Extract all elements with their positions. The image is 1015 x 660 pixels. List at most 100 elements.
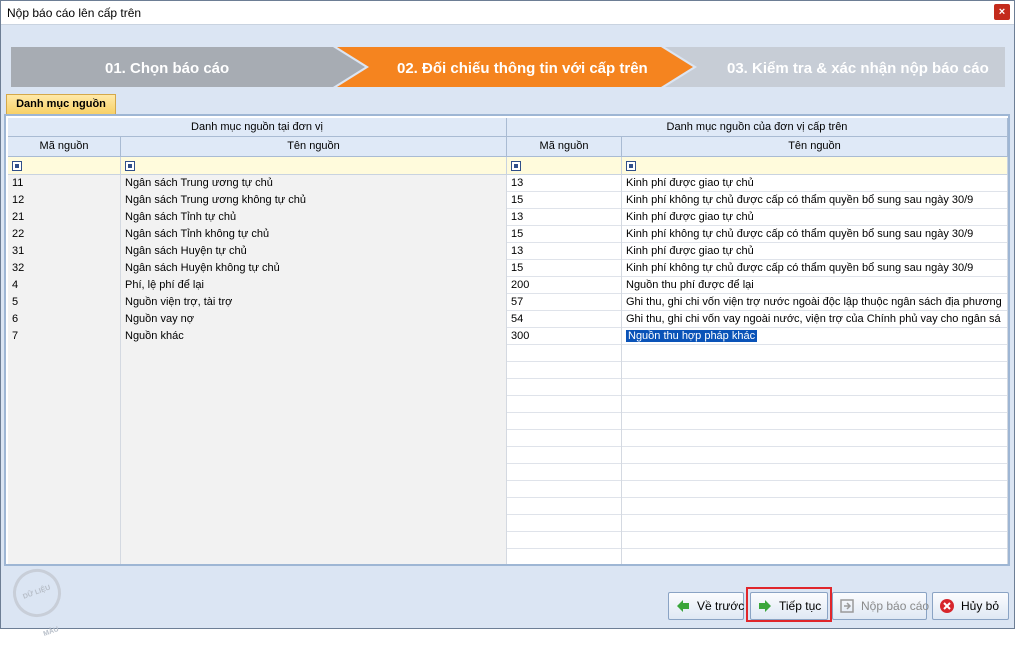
local-name-cell[interactable] (121, 549, 507, 564)
local-name-cell[interactable] (121, 498, 507, 515)
local-name-cell[interactable]: Ngân sách Tỉnh tự chủ (121, 209, 507, 226)
local-code-cell[interactable] (8, 532, 121, 549)
local-code-cell[interactable] (8, 549, 121, 564)
parent-name-cell[interactable]: Kinh phí không tự chủ được cấp có thẩm q… (622, 192, 1008, 209)
local-code-cell[interactable]: 12 (8, 192, 121, 209)
filter-local-code[interactable] (8, 157, 121, 175)
local-code-cell[interactable]: 21 (8, 209, 121, 226)
local-name-cell[interactable] (121, 481, 507, 498)
local-name-cell[interactable]: Nguồn viện trợ, tài trợ (121, 294, 507, 311)
local-name-cell[interactable] (121, 379, 507, 396)
table-row[interactable]: 4 Phí, lệ phí để lại 200 Nguồn thu phí được… (8, 277, 1008, 294)
column-header-local-name[interactable]: Tên nguồn (121, 137, 507, 157)
local-code-cell[interactable] (8, 447, 121, 464)
local-code-cell[interactable]: 7 (8, 328, 121, 345)
table-row[interactable]: 6 Nguồn vay nợ 54 Ghi thu, ghi chi vốn vay … (8, 311, 1008, 328)
parent-name-cell[interactable]: Ghi thu, ghi chi vốn viện trợ nước ngoài… (622, 294, 1008, 311)
parent-code-cell[interactable] (507, 362, 622, 379)
filter-parent-code[interactable] (507, 157, 622, 175)
parent-name-cell[interactable] (622, 464, 1008, 481)
local-name-cell[interactable] (121, 362, 507, 379)
close-button[interactable]: × (994, 4, 1010, 20)
parent-name-cell[interactable]: Nguồn thu phí được để lại (622, 277, 1008, 294)
parent-name-cell[interactable]: Ghi thu, ghi chi vốn vay ngoài nước, việ… (622, 311, 1008, 328)
local-name-cell[interactable]: Phí, lệ phí để lại (121, 277, 507, 294)
parent-code-cell[interactable]: 57 (507, 294, 622, 311)
parent-code-cell[interactable]: 13 (507, 209, 622, 226)
parent-name-cell[interactable] (622, 362, 1008, 379)
parent-code-cell[interactable]: 15 (507, 226, 622, 243)
parent-code-cell[interactable]: 15 (507, 260, 622, 277)
local-name-cell[interactable]: Ngân sách Trung ương không tự chủ (121, 192, 507, 209)
parent-name-cell[interactable] (622, 345, 1008, 362)
cancel-button[interactable]: Hủy bỏ (932, 592, 1009, 620)
submit-report-button[interactable]: Nộp báo cáo (832, 592, 929, 620)
parent-code-cell[interactable] (507, 396, 622, 413)
local-name-cell[interactable]: Ngân sách Huyện không tự chủ (121, 260, 507, 277)
parent-code-cell[interactable] (507, 481, 622, 498)
tab-danh-muc-nguon[interactable]: Danh mục nguồn (6, 94, 116, 115)
local-code-cell[interactable] (8, 379, 121, 396)
local-code-cell[interactable]: 22 (8, 226, 121, 243)
parent-code-cell[interactable]: 13 (507, 243, 622, 260)
parent-name-cell[interactable] (622, 447, 1008, 464)
local-code-cell[interactable]: 31 (8, 243, 121, 260)
local-code-cell[interactable] (8, 498, 121, 515)
parent-code-cell[interactable] (507, 447, 622, 464)
parent-code-cell[interactable] (507, 379, 622, 396)
table-row[interactable]: 12 Ngân sách Trung ương không tự chủ 15 Kin… (8, 192, 1008, 209)
parent-name-cell[interactable]: Kinh phí không tự chủ được cấp có thẩm q… (622, 260, 1008, 277)
parent-code-cell[interactable]: 300 (507, 328, 622, 345)
table-row[interactable]: 31 Ngân sách Huyện tự chủ 13 Kinh phí được … (8, 243, 1008, 260)
table-row[interactable]: 11 Ngân sách Trung ương tự chủ 13 Kinh phí … (8, 175, 1008, 192)
filter-icon[interactable] (125, 161, 135, 171)
parent-code-cell[interactable] (507, 345, 622, 362)
parent-name-cell[interactable] (622, 413, 1008, 430)
table-row[interactable]: 21 Ngân sách Tỉnh tự chủ 13 Kinh phí được g… (8, 209, 1008, 226)
parent-name-cell[interactable] (622, 396, 1008, 413)
column-header-parent-code[interactable]: Mã nguồn (507, 137, 622, 157)
table-row[interactable]: 32 Ngân sách Huyện không tự chủ 15 Kinh phí… (8, 260, 1008, 277)
local-code-cell[interactable] (8, 430, 121, 447)
local-name-cell[interactable]: Nguồn vay nợ (121, 311, 507, 328)
selected-cell-text[interactable]: Nguồn thu hợp pháp khác (624, 329, 759, 343)
parent-name-cell[interactable] (622, 430, 1008, 447)
local-code-cell[interactable] (8, 464, 121, 481)
parent-name-cell[interactable] (622, 549, 1008, 564)
local-code-cell[interactable] (8, 345, 121, 362)
local-name-cell[interactable] (121, 447, 507, 464)
parent-name-cell[interactable] (622, 532, 1008, 549)
column-header-local-code[interactable]: Mã nguồn (8, 137, 121, 157)
parent-name-cell[interactable]: Kinh phí được giao tự chủ (622, 209, 1008, 226)
parent-code-cell[interactable]: 200 (507, 277, 622, 294)
parent-name-cell[interactable]: Kinh phí được giao tự chủ (622, 175, 1008, 192)
local-name-cell[interactable] (121, 532, 507, 549)
table-row[interactable]: 22 Ngân sách Tỉnh không tự chủ 15 Kinh phí … (8, 226, 1008, 243)
local-code-cell[interactable]: 32 (8, 260, 121, 277)
parent-name-cell[interactable] (622, 515, 1008, 532)
parent-code-cell[interactable]: 13 (507, 175, 622, 192)
parent-code-cell[interactable] (507, 430, 622, 447)
parent-name-cell[interactable] (622, 498, 1008, 515)
table-row[interactable]: 7 Nguồn khác 300 Nguồn thu hợp pháp khác (8, 328, 1008, 345)
local-name-cell[interactable] (121, 515, 507, 532)
filter-icon[interactable] (626, 161, 636, 171)
local-code-cell[interactable] (8, 481, 121, 498)
filter-parent-name[interactable] (622, 157, 1008, 175)
filter-icon[interactable] (511, 161, 521, 171)
table-row[interactable]: 5 Nguồn viện trợ, tài trợ 57 Ghi thu, ghi c… (8, 294, 1008, 311)
local-code-cell[interactable]: 6 (8, 311, 121, 328)
parent-name-cell[interactable]: Kinh phí được giao tự chủ (622, 243, 1008, 260)
local-code-cell[interactable]: 5 (8, 294, 121, 311)
local-name-cell[interactable] (121, 345, 507, 362)
parent-code-cell[interactable] (507, 515, 622, 532)
local-name-cell[interactable]: Ngân sách Trung ương tự chủ (121, 175, 507, 192)
local-name-cell[interactable]: Ngân sách Tỉnh không tự chủ (121, 226, 507, 243)
local-name-cell[interactable]: Nguồn khác (121, 328, 507, 345)
local-code-cell[interactable]: 4 (8, 277, 121, 294)
local-name-cell[interactable] (121, 396, 507, 413)
local-name-cell[interactable] (121, 430, 507, 447)
local-code-cell[interactable] (8, 515, 121, 532)
local-code-cell[interactable] (8, 362, 121, 379)
next-button[interactable]: Tiếp tục (750, 592, 828, 620)
